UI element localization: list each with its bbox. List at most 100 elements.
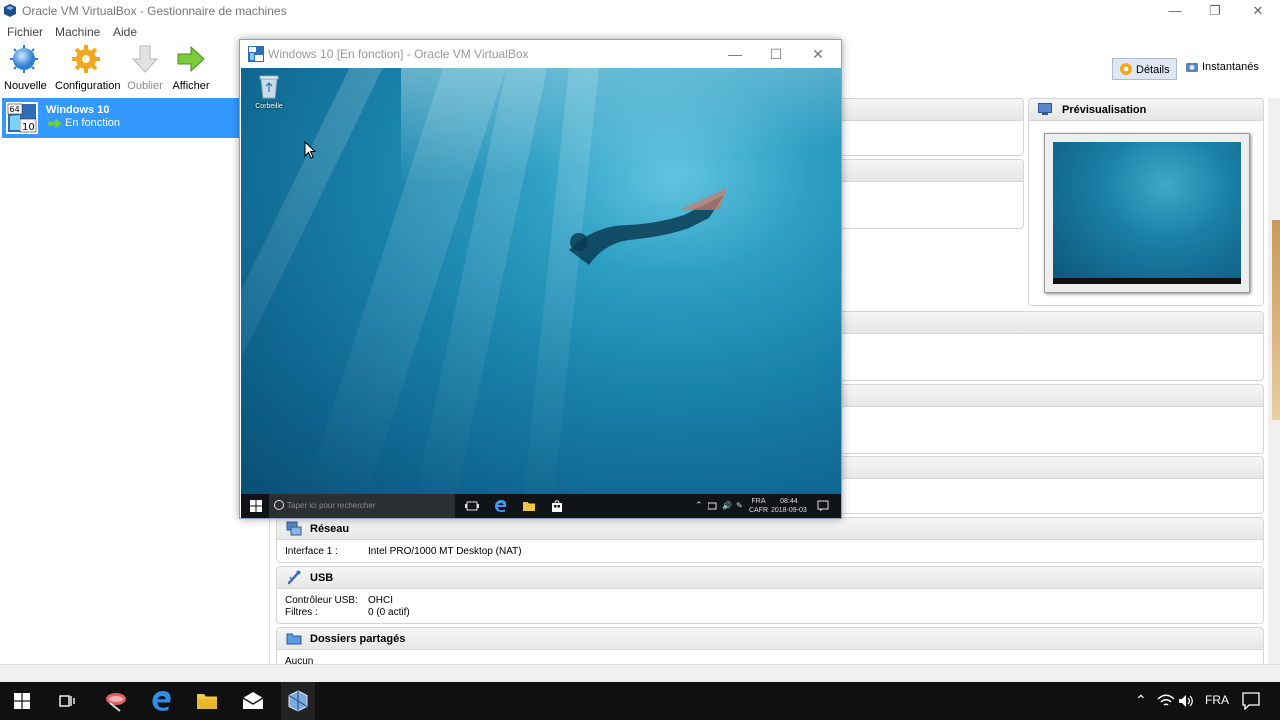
- vm-window: Windows 10 [En fonction] - Oracle VM Vir…: [239, 39, 842, 519]
- guest-tray-chevron-icon[interactable]: ⌃: [695, 501, 703, 510]
- vm-minimize-button[interactable]: —: [715, 44, 755, 64]
- task-view-icon[interactable]: [465, 499, 479, 513]
- wifi-icon[interactable]: [1157, 693, 1175, 709]
- guest-clock[interactable]: 08:44 2018-09-03: [771, 497, 807, 515]
- guest-language-indicator[interactable]: FRA CAFR: [749, 497, 768, 515]
- discard-button[interactable]: Oublier: [127, 44, 163, 92]
- network-key: Interface 1 :: [285, 546, 338, 557]
- vm-window-title: Windows 10 [En fonction] - Oracle VM Vir…: [268, 47, 529, 61]
- vm-list-item[interactable]: 64 10 Windows 10 En fonction: [2, 98, 240, 138]
- diver-image: [569, 188, 727, 265]
- edge-icon[interactable]: [151, 690, 173, 712]
- guest-desktop[interactable]: Corbeille: [241, 68, 841, 494]
- guest-search-placeholder: Taper ici pour rechercher: [287, 501, 376, 510]
- preview-taskbar: [1053, 278, 1241, 284]
- shared-folders-row: Aucun: [277, 656, 1263, 664]
- guest-time: 08:44: [780, 498, 798, 505]
- network-icon: [286, 521, 302, 536]
- svg-text:10: 10: [22, 122, 35, 133]
- file-explorer-icon[interactable]: [196, 690, 218, 712]
- preview-title: Prévisualisation: [1062, 104, 1147, 116]
- network-value: Intel PRO/1000 MT Desktop (NAT): [368, 546, 522, 557]
- snipping-tool-icon[interactable]: [104, 690, 128, 712]
- details-gear-icon: [1120, 63, 1132, 75]
- minimize-button[interactable]: —: [1160, 2, 1190, 20]
- manager-title-bar: Oracle VM VirtualBox - Gestionnaire de m…: [0, 0, 1280, 22]
- usb-title: USB: [310, 572, 334, 584]
- usb-controller-value: OHCI: [368, 595, 393, 606]
- settings-button[interactable]: Configuration: [55, 44, 121, 92]
- mouse-cursor-icon: [304, 141, 316, 159]
- usb-row-filters: Filtres : 0 (0 actif): [277, 607, 1263, 619]
- guest-ime-icon[interactable]: ✎: [736, 501, 743, 510]
- recycle-bin-label: Corbeille: [255, 103, 283, 110]
- menu-file[interactable]: Fichier: [7, 25, 43, 39]
- arrow-down-icon: [131, 45, 159, 73]
- menu-machine[interactable]: Machine: [55, 25, 100, 39]
- details-tool-button[interactable]: Détails: [1112, 58, 1177, 80]
- network-section-header[interactable]: Réseau: [277, 518, 1263, 540]
- vm-window-icon: [248, 46, 264, 62]
- action-center-icon[interactable]: [1242, 692, 1260, 710]
- running-arrow-icon: [48, 118, 62, 129]
- preview-screen: [1053, 142, 1241, 284]
- network-title: Réseau: [310, 523, 350, 535]
- new-button[interactable]: Nouvelle: [4, 44, 47, 92]
- preview-header[interactable]: Prévisualisation: [1029, 99, 1263, 121]
- host-language-indicator[interactable]: FRA: [1205, 693, 1229, 707]
- task-view-icon[interactable]: [58, 690, 76, 712]
- usb-row-controller: Contrôleur USB: OHCI: [277, 595, 1263, 607]
- vm-list: 64 10 Windows 10 En fonction: [0, 98, 270, 664]
- show-button[interactable]: Afficher: [172, 44, 210, 92]
- shared-folders-header[interactable]: Dossiers partagés: [277, 628, 1263, 650]
- new-vm-icon: [10, 45, 38, 73]
- usb-controller-key: Contrôleur USB:: [285, 595, 358, 606]
- start-icon[interactable]: [14, 693, 30, 709]
- guest-search-box[interactable]: Taper ici pour rechercher: [269, 494, 455, 518]
- network-row: Interface 1 : Intel PRO/1000 MT Desktop (…: [277, 546, 1263, 558]
- cortana-icon: [274, 500, 284, 510]
- discard-label: Oublier: [127, 80, 163, 92]
- shared-folders-none: Aucun: [285, 656, 314, 664]
- guest-lang-bottom: CAFR: [749, 507, 769, 514]
- arrow-right-icon: [177, 45, 205, 73]
- vm-state: En fonction: [65, 117, 121, 129]
- menu-help[interactable]: Aide: [113, 25, 137, 39]
- desktop-wallpaper-sliver: [1272, 220, 1280, 420]
- manager-title: Oracle VM VirtualBox - Gestionnaire de m…: [22, 4, 287, 18]
- usb-section-header[interactable]: USB: [277, 567, 1263, 589]
- preview-frame: [1044, 133, 1250, 293]
- restore-button[interactable]: ❐: [1200, 2, 1230, 20]
- guest-start-icon[interactable]: [250, 499, 262, 513]
- guest-taskbar: Taper ici pour rechercher ⌃ 🔊 ✎ FRA CAFR…: [241, 494, 841, 518]
- status-bar: [0, 664, 1280, 682]
- recycle-bin-icon: [259, 75, 279, 99]
- mail-icon[interactable]: [242, 690, 264, 712]
- guest-volume-icon[interactable]: 🔊: [722, 501, 732, 510]
- preview-panel: Prévisualisation: [1028, 98, 1264, 306]
- virtualbox-icon: [4, 4, 16, 17]
- vm-maximize-button[interactable]: ☐: [756, 44, 796, 64]
- vm-name: Windows 10: [46, 104, 110, 116]
- store-icon[interactable]: [550, 499, 564, 513]
- guest-lang-top: FRA: [751, 498, 766, 505]
- usb-filters-key: Filtres :: [285, 607, 318, 618]
- vm-window-title-bar[interactable]: Windows 10 [En fonction] - Oracle VM Vir…: [240, 40, 841, 68]
- snapshots-tool-button[interactable]: Instantanés: [1179, 58, 1265, 80]
- guest-network-icon[interactable]: [708, 499, 718, 513]
- close-button[interactable]: ✕: [1243, 2, 1273, 20]
- volume-icon[interactable]: [1178, 693, 1194, 709]
- edge-icon[interactable]: [494, 499, 508, 513]
- recycle-bin-shortcut[interactable]: Corbeille: [255, 74, 283, 110]
- settings-label: Configuration: [55, 80, 121, 92]
- tray-chevron-icon[interactable]: ⌃: [1135, 692, 1147, 714]
- svg-text:64: 64: [10, 105, 20, 114]
- vm-close-button[interactable]: ✕: [798, 44, 838, 64]
- details-label: Détails: [1136, 64, 1170, 76]
- shared-folders-section: Dossiers partagés Aucun: [276, 627, 1264, 664]
- camera-icon: [1186, 63, 1198, 72]
- usb-section: USB Contrôleur USB: OHCI Filtres : 0 (0 ac…: [276, 566, 1264, 624]
- guest-notification-icon[interactable]: [817, 499, 829, 513]
- guest-date: 2018-09-03: [771, 507, 807, 514]
- file-explorer-icon[interactable]: [522, 499, 536, 513]
